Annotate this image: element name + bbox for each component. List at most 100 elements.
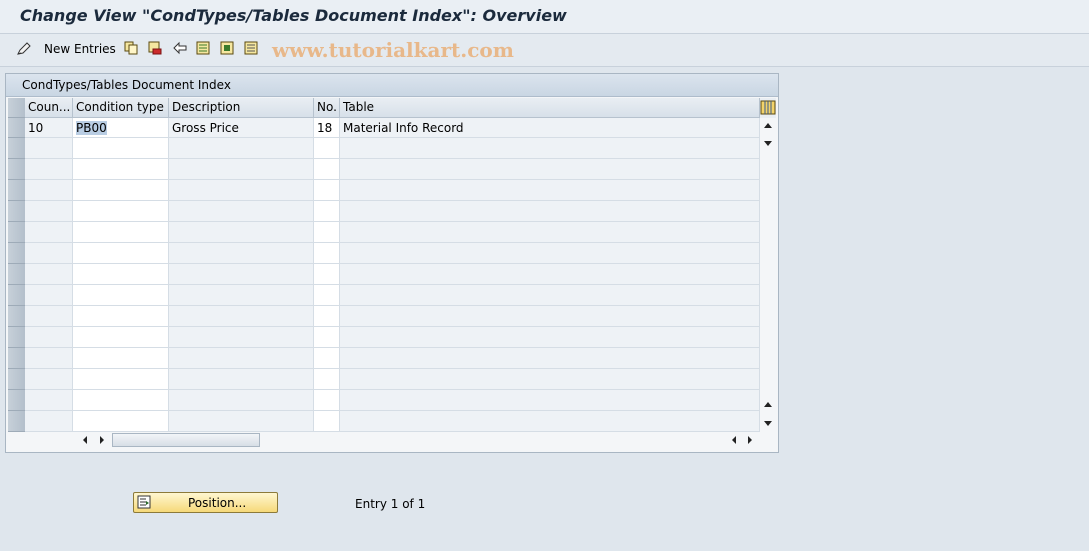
empty-cell [340,348,760,369]
empty-cell[interactable] [314,348,340,369]
position-button-label: Position... [188,496,247,510]
column-header-table[interactable]: Table [340,98,760,118]
empty-cell [340,411,760,432]
title-bar: Change View "CondTypes/Tables Document I… [0,0,1089,34]
empty-cell[interactable] [314,180,340,201]
scroll-left-end-icon [732,436,736,444]
empty-cell[interactable] [73,411,169,432]
copy-icon[interactable] [124,41,138,55]
empty-cell[interactable] [73,222,169,243]
row-selector[interactable] [8,285,25,306]
empty-cell [169,327,314,348]
cell-no[interactable]: 18 [314,118,340,138]
empty-cell[interactable] [73,243,169,264]
empty-cell[interactable] [73,180,169,201]
empty-cell[interactable] [73,369,169,390]
undo-icon[interactable] [172,41,187,55]
empty-cell [340,243,760,264]
table-panel: CondTypes/Tables Document Index Coun... … [5,73,779,453]
scroll-thumb[interactable] [112,433,260,447]
vertical-scrollbar[interactable] [760,118,776,431]
empty-cell[interactable] [73,306,169,327]
empty-cell [169,306,314,327]
empty-cell[interactable] [314,243,340,264]
scroll-page-up-icon [764,402,772,407]
empty-cell[interactable] [314,411,340,432]
row-selector[interactable] [8,138,25,159]
empty-cell [169,159,314,180]
empty-cell[interactable] [73,327,169,348]
empty-cell[interactable] [314,369,340,390]
empty-cell[interactable] [314,264,340,285]
select-all-rows-button[interactable] [8,98,25,118]
new-entries-button[interactable]: New Entries [44,42,116,56]
column-header-description[interactable]: Description [169,98,314,118]
column-header-condition-type[interactable]: Condition type [73,98,169,118]
column-header-counter[interactable]: Coun... [25,98,73,118]
empty-cell[interactable] [73,159,169,180]
row-selector[interactable] [8,222,25,243]
empty-cell[interactable] [73,201,169,222]
empty-cell [169,222,314,243]
empty-cell [340,327,760,348]
empty-cell [169,138,314,159]
empty-cell[interactable] [73,264,169,285]
empty-cell[interactable] [73,285,169,306]
empty-cell [340,390,760,411]
deselect-all-icon[interactable] [244,41,258,55]
select-all-icon[interactable] [196,41,210,55]
empty-cell[interactable] [73,390,169,411]
row-selector[interactable] [8,243,25,264]
empty-cell [25,222,73,243]
cell-counter: 10 [25,118,73,138]
row-selector[interactable] [8,390,25,411]
empty-cell[interactable] [73,348,169,369]
empty-cell [169,201,314,222]
empty-cell [25,327,73,348]
empty-cell [25,285,73,306]
empty-cell [25,369,73,390]
edit-pencil-icon[interactable] [16,41,31,55]
cell-condition-type[interactable]: PB00 [73,118,169,138]
entry-status: Entry 1 of 1 [355,497,426,511]
empty-cell[interactable] [314,222,340,243]
empty-cell [340,201,760,222]
empty-cell [25,201,73,222]
position-button[interactable]: Position... [133,492,278,513]
empty-cell [340,138,760,159]
empty-cell [169,390,314,411]
horizontal-scrollbar[interactable] [8,431,776,449]
row-selector[interactable] [8,264,25,285]
row-selector[interactable] [8,411,25,432]
empty-cell[interactable] [314,390,340,411]
row-selector[interactable] [8,201,25,222]
row-selector[interactable] [8,118,25,138]
row-selector[interactable] [8,327,25,348]
empty-cell[interactable] [314,285,340,306]
empty-cell[interactable] [314,306,340,327]
empty-cell [169,369,314,390]
empty-cell[interactable] [314,201,340,222]
column-config-icon[interactable] [760,98,776,118]
empty-cell[interactable] [314,159,340,180]
delete-icon[interactable] [148,41,162,55]
row-selector[interactable] [8,306,25,327]
row-selector[interactable] [8,159,25,180]
row-selector[interactable] [8,348,25,369]
empty-cell[interactable] [73,138,169,159]
row-selector[interactable] [8,369,25,390]
row-selector[interactable] [8,180,25,201]
watermark-text: www.tutorialkart.com [272,38,514,62]
column-header-no[interactable]: No. [314,98,340,118]
empty-cell [340,285,760,306]
empty-cell[interactable] [314,138,340,159]
empty-cell [25,243,73,264]
empty-cell [340,222,760,243]
empty-cell [25,348,73,369]
select-block-icon[interactable] [220,41,234,55]
page-title: Change View "CondTypes/Tables Document I… [20,6,567,25]
cell-table: Material Info Record [340,118,760,138]
empty-cell [340,180,760,201]
empty-cell[interactable] [314,327,340,348]
empty-cell [25,390,73,411]
